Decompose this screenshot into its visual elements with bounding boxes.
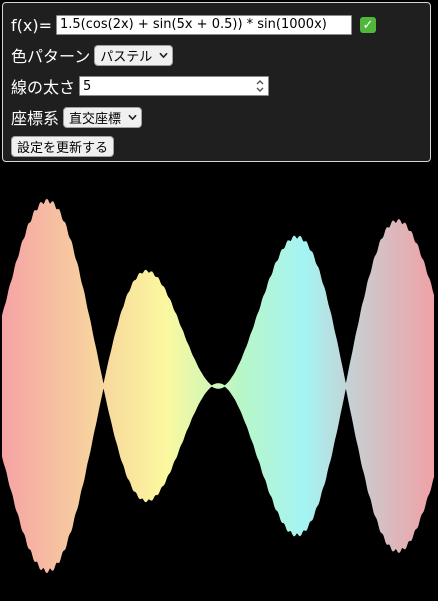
plot-canvas [2, 173, 434, 599]
check-mark-icon: ✓ [360, 17, 376, 33]
coordinate-system-value: 直交座標 [69, 111, 122, 127]
update-row: 設定を更新する [11, 134, 115, 158]
color-pattern-select[interactable]: パステル [94, 44, 174, 66]
function-label: f(x)= [11, 15, 52, 35]
coordinate-system-label: 座標系 [11, 109, 60, 128]
settings-panel: f(x)= 1.5(cos(2x) + sin(5x + 0.5)) * sin… [2, 2, 431, 162]
function-row: f(x)= 1.5(cos(2x) + sin(5x + 0.5)) * sin… [11, 13, 376, 37]
width-row: 線の太さ 5 [11, 74, 270, 98]
update-settings-button[interactable]: 設定を更新する [11, 135, 115, 157]
line-width-label: 線の太さ [11, 78, 76, 97]
stepper-icon[interactable] [255, 78, 265, 94]
color-pattern-label: 色パターン [11, 47, 91, 66]
color-pattern-value: パステル [100, 49, 153, 65]
chevron-down-icon [159, 52, 168, 58]
chevron-down-icon [128, 114, 137, 120]
coordinate-row: 座標系 直交座標 [11, 105, 143, 129]
function-input[interactable]: 1.5(cos(2x) + sin(5x + 0.5)) * sin(1000x… [56, 15, 352, 35]
line-width-input[interactable]: 5 [79, 76, 270, 96]
coordinate-system-select[interactable]: 直交座標 [63, 106, 143, 128]
function-input-value: 1.5(cos(2x) + sin(5x + 0.5)) * sin(1000x… [60, 17, 327, 32]
color-row: 色パターン パステル [11, 43, 174, 67]
line-width-value: 5 [83, 78, 92, 94]
